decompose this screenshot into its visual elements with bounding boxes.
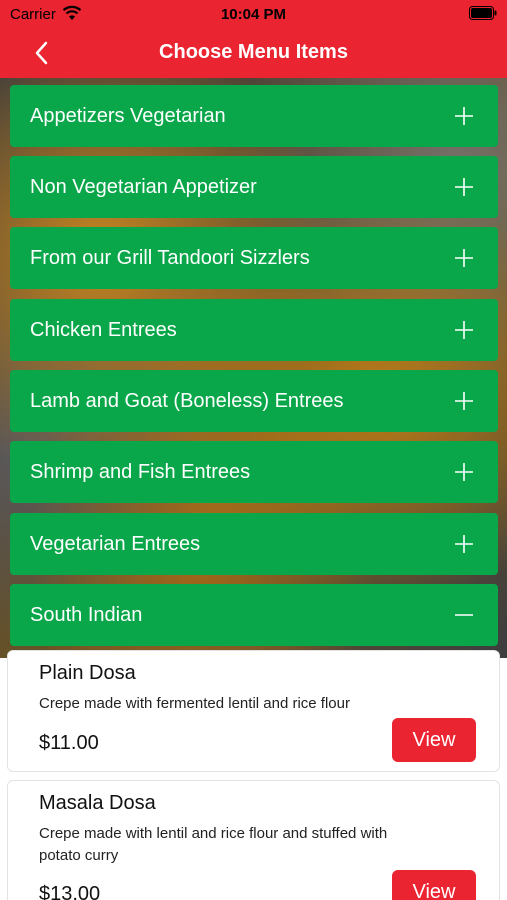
item-name: Plain Dosa [39,662,136,684]
plus-icon [455,463,473,481]
item-name: Masala Dosa [39,792,156,814]
menu-item-card: Masala Dosa Crepe made with lentil and r… [7,780,500,900]
view-button[interactable]: View [392,718,476,762]
category-appetizers-vegetarian[interactable]: Appetizers Vegetarian [10,85,498,147]
category-label: Vegetarian Entrees [30,533,201,555]
category-vegetarian-entrees[interactable]: Vegetarian Entrees [10,513,498,575]
category-label: Shrimp and Fish Entrees [30,461,251,483]
plus-icon [455,535,473,553]
status-bar: Carrier 10:04 PM [0,0,507,28]
item-description: Crepe made with fermented lentil and ric… [39,695,350,712]
category-south-indian[interactable]: South Indian [10,584,498,646]
menu-item-card: Plain Dosa Crepe made with fermented len… [7,650,500,772]
category-label: Chicken Entrees [30,319,177,341]
item-price: $13.00 [39,883,101,900]
item-description: Crepe made with lentil and rice flour an… [39,825,388,864]
plus-icon [455,321,473,339]
page-title: Choose Menu Items [159,41,348,63]
category-tandoori-sizzlers[interactable]: From our Grill Tandoori Sizzlers [10,227,498,289]
category-label: Non Vegetarian Appetizer [30,176,257,198]
plus-icon [455,392,473,410]
category-label: From our Grill Tandoori Sizzlers [30,247,310,269]
item-price: $11.00 [39,732,99,754]
plus-icon [455,107,473,125]
category-non-vegetarian-appetizer[interactable]: Non Vegetarian Appetizer [10,156,498,218]
plus-icon [455,178,473,196]
category-label: Lamb and Goat (Boneless) Entrees [30,390,344,412]
battery-icon [469,6,497,20]
navigation-bar: Choose Menu Items [0,28,507,78]
plus-icon [455,249,473,267]
category-lamb-goat-entrees[interactable]: Lamb and Goat (Boneless) Entrees [10,370,498,432]
category-chicken-entrees[interactable]: Chicken Entrees [10,299,498,361]
status-time: 10:04 PM [220,6,287,23]
minus-icon [455,614,473,616]
category-label: South Indian [30,604,143,626]
category-shrimp-fish-entrees[interactable]: Shrimp and Fish Entrees [10,441,498,503]
category-label: Appetizers Vegetarian [30,105,226,127]
view-button[interactable]: View [392,870,476,900]
